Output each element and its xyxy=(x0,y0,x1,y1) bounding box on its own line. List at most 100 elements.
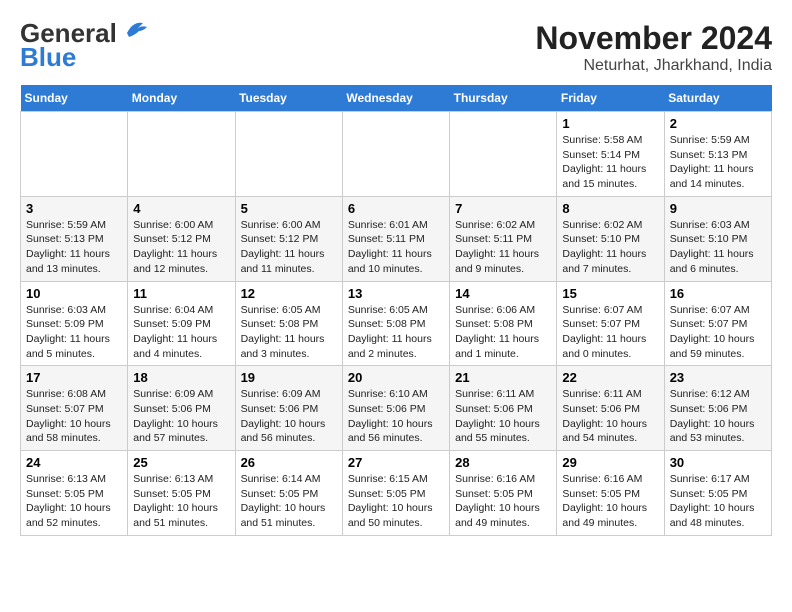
calendar-cell xyxy=(128,112,235,197)
week-row-2: 3Sunrise: 5:59 AM Sunset: 5:13 PM Daylig… xyxy=(21,196,772,281)
calendar-cell: 9 Sunrise: 6:03 AM Sunset: 5:10 PM Daylig… xyxy=(664,196,771,281)
day-info: Sunrise: 6:02 AM Sunset: 5:10 PM Dayligh… xyxy=(562,218,658,277)
calendar-table: Sunday Monday Tuesday Wednesday Thursday… xyxy=(20,85,772,536)
day-info: Sunrise: 6:09 AM Sunset: 5:06 PM Dayligh… xyxy=(133,387,229,446)
week-row-1: 1 Sunrise: 5:58 AM Sunset: 5:14 PM Daylig… xyxy=(21,112,772,197)
day-info: Sunrise: 6:03 AM Sunset: 5:10 PM Dayligh… xyxy=(670,218,766,277)
calendar-header: Sunday Monday Tuesday Wednesday Thursday… xyxy=(21,85,772,112)
day-info: Sunrise: 6:09 AM Sunset: 5:06 PM Dayligh… xyxy=(241,387,337,446)
calendar-cell: 1 Sunrise: 5:58 AM Sunset: 5:14 PM Daylig… xyxy=(557,112,664,197)
day-info: Sunrise: 6:05 AM Sunset: 5:08 PM Dayligh… xyxy=(348,303,444,362)
day-info: Sunrise: 6:16 AM Sunset: 5:05 PM Dayligh… xyxy=(562,472,658,531)
header-tuesday: Tuesday xyxy=(235,85,342,112)
calendar-cell: 2Sunrise: 5:59 AM Sunset: 5:13 PM Daylig… xyxy=(664,112,771,197)
page-subtitle: Neturhat, Jharkhand, India xyxy=(535,57,772,75)
calendar-cell: 25 Sunrise: 6:13 AM Sunset: 5:05 PM Dayli… xyxy=(128,451,235,536)
day-number: 9 xyxy=(670,201,766,216)
day-info: Sunrise: 6:15 AM Sunset: 5:05 PM Dayligh… xyxy=(348,472,444,531)
header-row: Sunday Monday Tuesday Wednesday Thursday… xyxy=(21,85,772,112)
day-number: 15 xyxy=(562,286,658,301)
calendar-cell: 20Sunrise: 6:10 AM Sunset: 5:06 PM Dayli… xyxy=(342,366,449,451)
day-number: 27 xyxy=(348,455,444,470)
day-number: 1 xyxy=(562,116,658,131)
day-number: 10 xyxy=(26,286,122,301)
day-info: Sunrise: 6:11 AM Sunset: 5:06 PM Dayligh… xyxy=(562,387,658,446)
logo: General Blue xyxy=(20,20,151,70)
day-number: 14 xyxy=(455,286,551,301)
calendar-cell: 4Sunrise: 6:00 AM Sunset: 5:12 PM Daylig… xyxy=(128,196,235,281)
header-saturday: Saturday xyxy=(664,85,771,112)
calendar-cell: 29 Sunrise: 6:16 AM Sunset: 5:05 PM Dayli… xyxy=(557,451,664,536)
day-number: 8 xyxy=(562,201,658,216)
day-number: 20 xyxy=(348,370,444,385)
day-number: 19 xyxy=(241,370,337,385)
calendar-cell: 14Sunrise: 6:06 AM Sunset: 5:08 PM Dayli… xyxy=(450,281,557,366)
day-number: 18 xyxy=(133,370,229,385)
day-info: Sunrise: 6:01 AM Sunset: 5:11 PM Dayligh… xyxy=(348,218,444,277)
day-number: 13 xyxy=(348,286,444,301)
day-info: Sunrise: 6:07 AM Sunset: 5:07 PM Dayligh… xyxy=(562,303,658,362)
day-number: 16 xyxy=(670,286,766,301)
header-sunday: Sunday xyxy=(21,85,128,112)
header-friday: Friday xyxy=(557,85,664,112)
calendar-cell: 16 Sunrise: 6:07 AM Sunset: 5:07 PM Dayli… xyxy=(664,281,771,366)
day-number: 2 xyxy=(670,116,766,131)
day-number: 28 xyxy=(455,455,551,470)
day-number: 30 xyxy=(670,455,766,470)
calendar-cell: 7 Sunrise: 6:02 AM Sunset: 5:11 PM Daylig… xyxy=(450,196,557,281)
day-info: Sunrise: 6:13 AM Sunset: 5:05 PM Dayligh… xyxy=(26,472,122,531)
calendar-cell: 13 Sunrise: 6:05 AM Sunset: 5:08 PM Dayli… xyxy=(342,281,449,366)
calendar-cell: 27 Sunrise: 6:15 AM Sunset: 5:05 PM Dayli… xyxy=(342,451,449,536)
day-info: Sunrise: 5:58 AM Sunset: 5:14 PM Dayligh… xyxy=(562,133,658,192)
day-number: 6 xyxy=(348,201,444,216)
day-number: 5 xyxy=(241,201,337,216)
day-info: Sunrise: 6:11 AM Sunset: 5:06 PM Dayligh… xyxy=(455,387,551,446)
day-number: 12 xyxy=(241,286,337,301)
calendar-cell: 12 Sunrise: 6:05 AM Sunset: 5:08 PM Dayli… xyxy=(235,281,342,366)
header-thursday: Thursday xyxy=(450,85,557,112)
calendar-cell: 11Sunrise: 6:04 AM Sunset: 5:09 PM Dayli… xyxy=(128,281,235,366)
day-number: 25 xyxy=(133,455,229,470)
day-number: 29 xyxy=(562,455,658,470)
calendar-cell: 5Sunrise: 6:00 AM Sunset: 5:12 PM Daylig… xyxy=(235,196,342,281)
calendar-cell xyxy=(235,112,342,197)
week-row-5: 24 Sunrise: 6:13 AM Sunset: 5:05 PM Dayli… xyxy=(21,451,772,536)
day-info: Sunrise: 6:17 AM Sunset: 5:05 PM Dayligh… xyxy=(670,472,766,531)
day-number: 22 xyxy=(562,370,658,385)
calendar-body: 1 Sunrise: 5:58 AM Sunset: 5:14 PM Daylig… xyxy=(21,112,772,536)
day-info: Sunrise: 6:12 AM Sunset: 5:06 PM Dayligh… xyxy=(670,387,766,446)
day-info: Sunrise: 6:13 AM Sunset: 5:05 PM Dayligh… xyxy=(133,472,229,531)
day-info: Sunrise: 6:07 AM Sunset: 5:07 PM Dayligh… xyxy=(670,303,766,362)
calendar-cell: 24 Sunrise: 6:13 AM Sunset: 5:05 PM Dayli… xyxy=(21,451,128,536)
calendar-cell: 18 Sunrise: 6:09 AM Sunset: 5:06 PM Dayli… xyxy=(128,366,235,451)
calendar-cell: 26 Sunrise: 6:14 AM Sunset: 5:05 PM Dayli… xyxy=(235,451,342,536)
calendar-cell: 17Sunrise: 6:08 AM Sunset: 5:07 PM Dayli… xyxy=(21,366,128,451)
calendar-cell: 21 Sunrise: 6:11 AM Sunset: 5:06 PM Dayli… xyxy=(450,366,557,451)
header-wednesday: Wednesday xyxy=(342,85,449,112)
calendar-cell: 3Sunrise: 5:59 AM Sunset: 5:13 PM Daylig… xyxy=(21,196,128,281)
day-number: 26 xyxy=(241,455,337,470)
day-number: 21 xyxy=(455,370,551,385)
calendar-cell xyxy=(342,112,449,197)
calendar-cell: 19 Sunrise: 6:09 AM Sunset: 5:06 PM Dayli… xyxy=(235,366,342,451)
calendar-cell: 10 Sunrise: 6:03 AM Sunset: 5:09 PM Dayli… xyxy=(21,281,128,366)
day-info: Sunrise: 6:16 AM Sunset: 5:05 PM Dayligh… xyxy=(455,472,551,531)
day-info: Sunrise: 6:05 AM Sunset: 5:08 PM Dayligh… xyxy=(241,303,337,362)
day-number: 7 xyxy=(455,201,551,216)
calendar-cell xyxy=(21,112,128,197)
calendar-cell: 28 Sunrise: 6:16 AM Sunset: 5:05 PM Dayli… xyxy=(450,451,557,536)
calendar-cell xyxy=(450,112,557,197)
day-info: Sunrise: 6:02 AM Sunset: 5:11 PM Dayligh… xyxy=(455,218,551,277)
day-number: 11 xyxy=(133,286,229,301)
header-monday: Monday xyxy=(128,85,235,112)
calendar-cell: 6 Sunrise: 6:01 AM Sunset: 5:11 PM Daylig… xyxy=(342,196,449,281)
day-number: 23 xyxy=(670,370,766,385)
calendar-cell: 30 Sunrise: 6:17 AM Sunset: 5:05 PM Dayli… xyxy=(664,451,771,536)
page-title: November 2024 xyxy=(535,20,772,57)
day-info: Sunrise: 6:03 AM Sunset: 5:09 PM Dayligh… xyxy=(26,303,122,362)
day-info: Sunrise: 6:14 AM Sunset: 5:05 PM Dayligh… xyxy=(241,472,337,531)
day-number: 24 xyxy=(26,455,122,470)
page-header: General Blue November 2024 Neturhat, Jha… xyxy=(20,20,772,75)
day-number: 17 xyxy=(26,370,122,385)
calendar-cell: 23 Sunrise: 6:12 AM Sunset: 5:06 PM Dayli… xyxy=(664,366,771,451)
